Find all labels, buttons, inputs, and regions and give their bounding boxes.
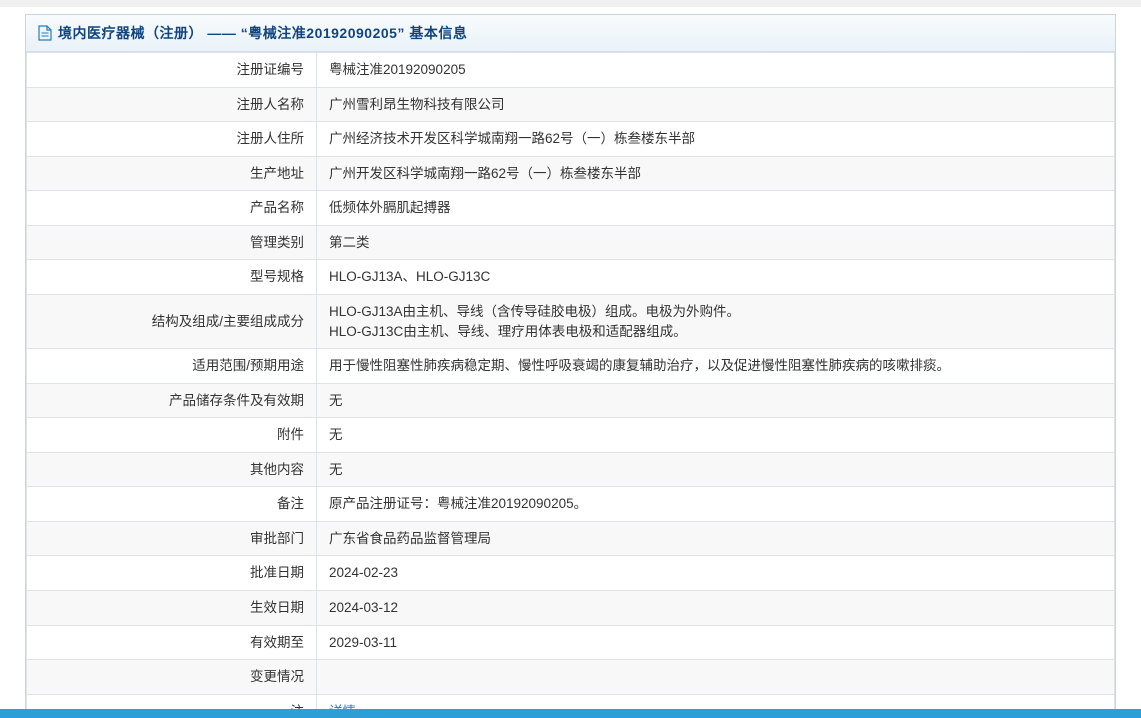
table-row: 生产地址广州开发区科学城南翔一路62号（一）栋叁楼东半部 — [27, 156, 1115, 191]
row-label: 型号规格 — [27, 260, 317, 295]
row-label: 注册证编号 — [27, 53, 317, 88]
row-value — [317, 660, 1115, 695]
row-label: 变更情况 — [27, 660, 317, 695]
table-row: 适用范围/预期用途用于慢性阻塞性肺疾病稳定期、慢性呼吸衰竭的康复辅助治疗，以及促… — [27, 349, 1115, 384]
row-label: 注册人住所 — [27, 122, 317, 157]
table-row: 审批部门广东省食品药品监督管理局 — [27, 521, 1115, 556]
row-label: 结构及组成/主要组成成分 — [27, 294, 317, 348]
row-label: 注册人名称 — [27, 87, 317, 122]
table-row: 批准日期2024-02-23 — [27, 556, 1115, 591]
row-label: 管理类别 — [27, 225, 317, 260]
row-label: 产品储存条件及有效期 — [27, 383, 317, 418]
panel-header: 境内医疗器械（注册） —— “粤械注准20192090205” 基本信息 — [26, 15, 1115, 52]
table-row: 管理类别第二类 — [27, 225, 1115, 260]
page-top-strip — [0, 0, 1141, 7]
table-row: 备注原产品注册证号：粤械注准20192090205。 — [27, 487, 1115, 522]
row-label: 审批部门 — [27, 521, 317, 556]
table-row: 变更情况 — [27, 660, 1115, 695]
page-title-prefix: 境内医疗器械（注册） —— — [58, 25, 241, 41]
table-row: 生效日期2024-03-12 — [27, 591, 1115, 626]
row-value: 2024-03-12 — [317, 591, 1115, 626]
row-label: 生产地址 — [27, 156, 317, 191]
row-label: 附件 — [27, 418, 317, 453]
row-value: 用于慢性阻塞性肺疾病稳定期、慢性呼吸衰竭的康复辅助治疗，以及促进慢性阻塞性肺疾病… — [317, 349, 1115, 384]
row-value: 原产品注册证号：粤械注准20192090205。 — [317, 487, 1115, 522]
row-value: 2029-03-11 — [317, 625, 1115, 660]
row-label: 有效期至 — [27, 625, 317, 660]
row-value: 广州开发区科学城南翔一路62号（一）栋叁楼东半部 — [317, 156, 1115, 191]
row-label: 产品名称 — [27, 191, 317, 226]
document-icon — [38, 25, 52, 41]
row-value: 低频体外膈肌起搏器 — [317, 191, 1115, 226]
row-value: HLO-GJ13A、HLO-GJ13C — [317, 260, 1115, 295]
row-label: 批准日期 — [27, 556, 317, 591]
row-value: 第二类 — [317, 225, 1115, 260]
table-row: 注册证编号粤械注准20192090205 — [27, 53, 1115, 88]
table-row: 注册人住所广州经济技术开发区科学城南翔一路62号（一）栋叁楼东半部 — [27, 122, 1115, 157]
page-title: 境内医疗器械（注册） —— “粤械注准20192090205” 基本信息 — [58, 23, 467, 43]
row-value: 无 — [317, 452, 1115, 487]
page-title-cert-number: “粤械注准20192090205” — [241, 25, 405, 41]
row-label: 其他内容 — [27, 452, 317, 487]
table-row: 产品名称低频体外膈肌起搏器 — [27, 191, 1115, 226]
page-title-suffix: 基本信息 — [405, 25, 467, 41]
table-row: 有效期至2029-03-11 — [27, 625, 1115, 660]
row-value: 2024-02-23 — [317, 556, 1115, 591]
table-row: 结构及组成/主要组成成分HLO-GJ13A由主机、导线（含传导硅胶电极）组成。电… — [27, 294, 1115, 348]
row-value: 广东省食品药品监督管理局 — [317, 521, 1115, 556]
row-value: 无 — [317, 418, 1115, 453]
row-value: 粤械注准20192090205 — [317, 53, 1115, 88]
registration-info-table: 注册证编号粤械注准20192090205注册人名称广州雪利昂生物科技有限公司注册… — [26, 52, 1115, 718]
table-row: 注册人名称广州雪利昂生物科技有限公司 — [27, 87, 1115, 122]
footer-accent-bar — [0, 709, 1141, 718]
row-label: 生效日期 — [27, 591, 317, 626]
row-value: 广州经济技术开发区科学城南翔一路62号（一）栋叁楼东半部 — [317, 122, 1115, 157]
row-label: 备注 — [27, 487, 317, 522]
table-row: 其他内容无 — [27, 452, 1115, 487]
table-row: 型号规格HLO-GJ13A、HLO-GJ13C — [27, 260, 1115, 295]
row-value: 广州雪利昂生物科技有限公司 — [317, 87, 1115, 122]
table-row: 附件无 — [27, 418, 1115, 453]
row-value: 无 — [317, 383, 1115, 418]
registration-info-panel: 境内医疗器械（注册） —— “粤械注准20192090205” 基本信息 注册证… — [25, 14, 1116, 718]
table-row: 产品储存条件及有效期无 — [27, 383, 1115, 418]
row-value: HLO-GJ13A由主机、导线（含传导硅胶电极）组成。电极为外购件。 HLO-G… — [317, 294, 1115, 348]
row-label: 适用范围/预期用途 — [27, 349, 317, 384]
